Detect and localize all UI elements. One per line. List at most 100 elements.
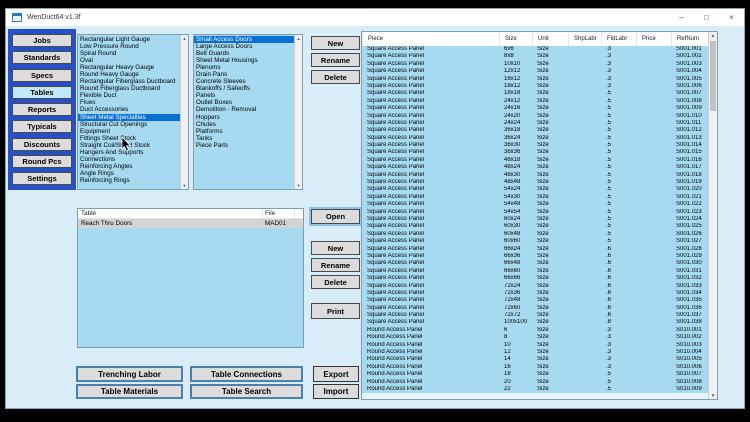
category-item[interactable]: Rectangular Fiberglass Ductboard (78, 78, 180, 85)
grid-row[interactable]: Square Access Panel 8x8 Size .3 S001.002 (362, 53, 708, 60)
subcategory-item[interactable]: Hoppers (194, 114, 294, 121)
grid-row[interactable]: Square Access Panel 60x60 Size .5 S001.0… (362, 238, 708, 245)
category-listbox[interactable]: Rectangular Light Gauge Low Pressure Rou… (77, 34, 189, 190)
subcategory-item[interactable]: Drain Pans (194, 71, 294, 78)
subcategory-item[interactable]: Plenums (194, 64, 294, 71)
category-item[interactable]: Flexible Duct (78, 92, 180, 99)
subcategory-listbox[interactable]: Small Access Doors Large Access Doors Be… (193, 34, 303, 190)
scrollbar-thumb[interactable] (710, 41, 716, 111)
grid-row[interactable]: Square Access Panel 36x18 Size .5 S001.0… (362, 127, 708, 134)
grid-row[interactable]: Square Access Panel 60x24 Size .5 S001.0… (362, 216, 708, 223)
grid-row[interactable]: Round Access Panel 18 Size .5 S010.007 (362, 371, 708, 378)
table-materials-button[interactable]: Table Materials (76, 384, 183, 399)
category-rename-button[interactable]: Rename (311, 53, 360, 67)
subcategory-item[interactable]: Large Access Doors (194, 43, 294, 50)
sidebar-button[interactable]: Specs (12, 69, 72, 82)
grid-row[interactable]: Round Access Panel 10 Size .3 S010.003 (362, 342, 708, 349)
grid-row[interactable]: Square Access Panel 54x48 Size .5 S001.0… (362, 201, 708, 208)
subcategory-item[interactable]: Blankoffs / Safeoffs (194, 85, 294, 92)
category-item[interactable]: Round Fiberglass Ductboard (78, 85, 180, 92)
subcategory-item[interactable]: Demolition - Removal (194, 106, 294, 113)
subcategory-item[interactable]: Piece Parts (194, 142, 294, 149)
subcategory-item[interactable]: Chutes (194, 121, 294, 128)
category-delete-button[interactable]: Delete (311, 70, 360, 84)
table-new-button[interactable]: New (311, 241, 360, 255)
subcategory-item[interactable]: Outlet Boxes (194, 99, 294, 106)
grid-row[interactable]: Square Access Panel 36x30 Size .5 S001.0… (362, 142, 708, 149)
category-item[interactable]: Angle Rings (78, 170, 180, 177)
category-scrollbar[interactable]: ▲ ▼ (180, 35, 188, 189)
table-connections-button[interactable]: Table Connections (190, 366, 303, 382)
grid-row[interactable]: Square Access Panel 66x24 Size .6 S001.0… (362, 246, 708, 253)
category-item[interactable]: Rectangular Light Gauge (78, 36, 180, 43)
category-item[interactable]: Connections (78, 156, 180, 163)
category-new-button[interactable]: New (311, 36, 360, 50)
scroll-up-icon[interactable]: ▲ (181, 36, 188, 41)
category-item[interactable]: Fittings Sheet Stock (78, 135, 180, 142)
grid-row[interactable]: Round Access Panel 12 Size .3 S010.004 (362, 349, 708, 356)
category-item[interactable]: Flues (78, 99, 180, 106)
grid-row[interactable]: Square Access Panel 48x30 Size .5 S001.0… (362, 172, 708, 179)
grid-row[interactable]: Round Access Panel 14 Size .3 S010.005 (362, 356, 708, 363)
close-button[interactable]: × (719, 9, 744, 26)
table-rename-button[interactable]: Rename (311, 258, 360, 272)
subcategory-item[interactable]: Small Access Doors (194, 36, 294, 43)
subcategory-item[interactable]: Platforms (194, 128, 294, 135)
sidebar-button[interactable]: Tables (12, 86, 72, 99)
grid-row[interactable]: Square Access Panel 6x6 Size .3 S001.001 (362, 46, 708, 53)
grid-row[interactable]: Square Access Panel 60x48 Size .5 S001.0… (362, 231, 708, 238)
subcategory-item[interactable]: Belt Guards (194, 50, 294, 57)
grid-row[interactable]: Square Access Panel 72x48 Size .6 S001.0… (362, 297, 708, 304)
grid-row[interactable]: Square Access Panel 100x100 Size .8 S001… (362, 319, 708, 326)
category-item[interactable]: Duct Accessories (78, 106, 180, 113)
grid-row[interactable]: Round Access Panel 20 Size .5 S010.008 (362, 379, 708, 386)
sidebar-button[interactable]: Jobs (12, 34, 72, 47)
grid-row[interactable]: Square Access Panel 18x18 Size .5 S001.0… (362, 90, 708, 97)
category-item[interactable]: Spiral Round (78, 50, 180, 57)
grid-row[interactable]: Square Access Panel 48x48 Size .5 S001.0… (362, 179, 708, 186)
grid-row[interactable]: Square Access Panel 66x60 Size .6 S001.0… (362, 268, 708, 275)
category-item[interactable]: Round Heavy Gauge (78, 71, 180, 78)
print-button[interactable]: Print (311, 303, 360, 319)
grid-row[interactable]: Square Access Panel 66x48 Size .6 S001.0… (362, 260, 708, 267)
category-item[interactable]: Rectangular Heavy Gauge (78, 64, 180, 71)
sidebar-button[interactable]: Typicals (12, 120, 72, 133)
grid-row[interactable]: Square Access Panel 54x54 Size .5 S001.0… (362, 209, 708, 216)
category-item[interactable]: Low Pressure Round (78, 43, 180, 50)
grid-row[interactable]: Round Access Panel 6 Size .3 S010.001 (362, 327, 708, 334)
subcategory-item[interactable]: Panels (194, 92, 294, 99)
category-item[interactable]: Reinforcing Rings (78, 177, 180, 184)
export-button[interactable]: Export (313, 366, 359, 382)
table-listbox[interactable]: Table File Reach Thru Doors MAD01 (77, 208, 304, 348)
subcategory-scrollbar[interactable]: ▲ ▼ (294, 35, 302, 189)
scroll-down-icon[interactable]: ▼ (709, 393, 717, 398)
import-button[interactable]: Import (313, 384, 359, 399)
maximize-button[interactable]: □ (694, 9, 719, 26)
category-item[interactable]: Hangers And Supports (78, 149, 180, 156)
grid-row[interactable]: Round Access Panel 16 Size .3 S010.006 (362, 364, 708, 371)
grid-row[interactable]: Square Access Panel 72x60 Size .6 S001.0… (362, 305, 708, 312)
scroll-down-icon[interactable]: ▼ (181, 183, 188, 188)
subcategory-item[interactable]: Tanks (194, 135, 294, 142)
grid-row[interactable]: Square Access Panel 60x30 Size .5 S001.0… (362, 223, 708, 230)
minimize-button[interactable]: – (669, 9, 694, 26)
scroll-down-icon[interactable]: ▼ (295, 183, 302, 188)
category-item[interactable]: Structural Cut Openings (78, 121, 180, 128)
category-item[interactable]: Reinforcing Angles (78, 163, 180, 170)
grid-row[interactable]: Square Access Panel 24x20 Size .5 S001.0… (362, 113, 708, 120)
table-search-button[interactable]: Table Search (190, 384, 303, 399)
grid-row[interactable]: Square Access Panel 72x24 Size .6 S001.0… (362, 283, 708, 290)
sidebar-button[interactable]: Round Pcs (12, 155, 72, 168)
grid-row[interactable]: Square Access Panel 10x10 Size .3 S001.0… (362, 61, 708, 68)
grid-row[interactable]: Square Access Panel 72x36 Size .6 S001.0… (362, 290, 708, 297)
grid-row[interactable]: Round Access Panel 8 Size .3 S010.002 (362, 334, 708, 341)
grid-row[interactable]: Square Access Panel 72x72 Size .6 S001.0… (362, 312, 708, 319)
grid-row[interactable]: Square Access Panel 66x66 Size .6 S001.0… (362, 275, 708, 282)
grid-row[interactable]: Square Access Panel 48x24 Size .5 S001.0… (362, 164, 708, 171)
grid-row[interactable]: Square Access Panel 18x12 Size .3 S001.0… (362, 83, 708, 90)
category-item[interactable]: Sheet Metal Specialties (78, 114, 180, 121)
grid-scrollbar[interactable]: ▲ ▼ (708, 32, 717, 399)
scroll-up-icon[interactable]: ▲ (295, 36, 302, 41)
grid-row[interactable]: Square Access Panel 66x36 Size .6 S001.0… (362, 253, 708, 260)
pieces-grid[interactable]: Piece Size Unit ShpLabr FldLabr Price Re… (361, 31, 718, 400)
